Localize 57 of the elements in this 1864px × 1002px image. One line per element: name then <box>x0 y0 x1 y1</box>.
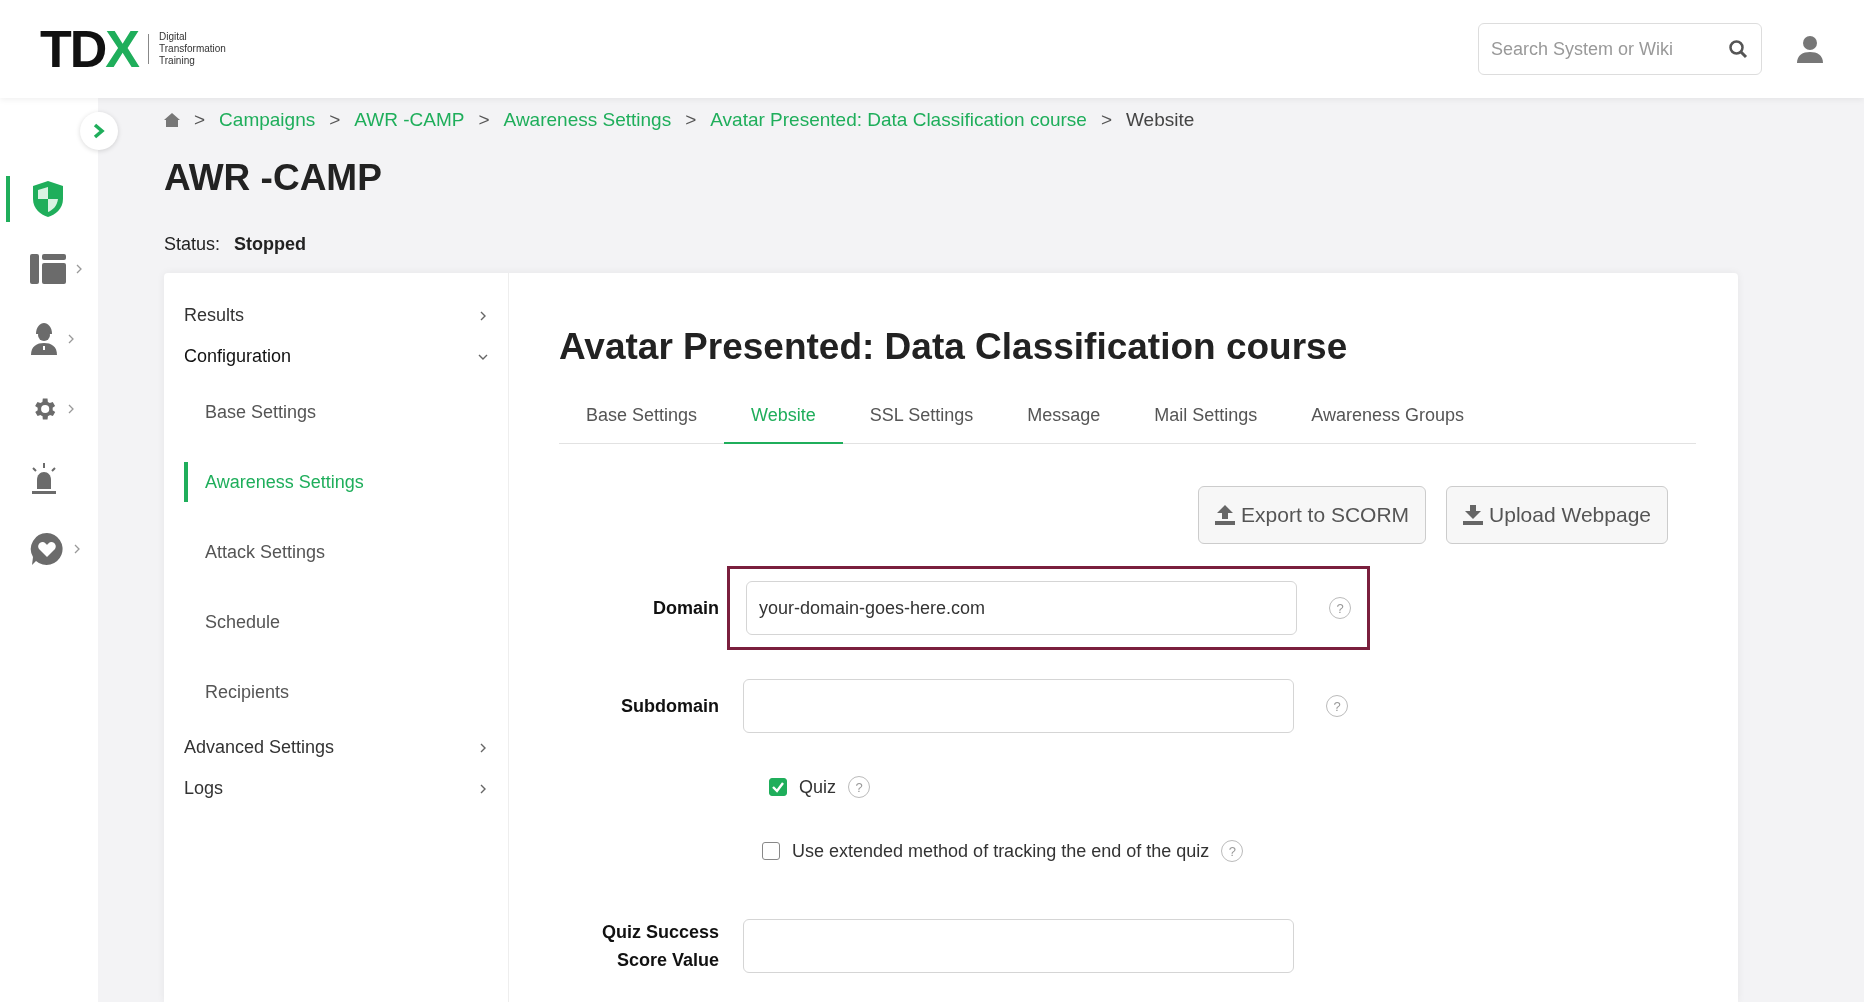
checkbox[interactable] <box>769 778 787 796</box>
text-input[interactable] <box>743 919 1294 973</box>
shield-icon <box>30 179 66 219</box>
nav-subitem[interactable]: Base Settings <box>184 377 488 447</box>
alarm-light-icon <box>30 463 58 495</box>
breadcrumb-separator: > <box>1100 108 1113 131</box>
tab[interactable]: Mail Settings <box>1127 391 1285 444</box>
chevron-right-icon[interactable] <box>68 334 74 344</box>
home-icon[interactable] <box>164 112 180 127</box>
domain-input[interactable]: your-domain-goes-here.com <box>746 581 1297 635</box>
text-input[interactable] <box>743 679 1294 733</box>
nav-item[interactable]: Results <box>184 295 488 336</box>
expand-sidebar-button[interactable] <box>80 112 118 150</box>
tab[interactable]: SSL Settings <box>842 391 1001 444</box>
user-icon[interactable] <box>1796 35 1824 63</box>
status-value: Stopped <box>234 234 307 255</box>
chevron-right-icon[interactable] <box>68 404 74 414</box>
chevron-right-icon <box>478 310 488 321</box>
chevron-right-icon <box>478 783 488 794</box>
section-heading: Avatar Presented: Data Classification course <box>559 325 1349 369</box>
tab[interactable]: Base Settings <box>559 391 725 444</box>
nav-item[interactable]: Configuration <box>184 336 488 377</box>
logo-wordmark: TDX <box>40 23 138 75</box>
breadcrumb-current: Website <box>1126 108 1195 131</box>
nav-item[interactable]: Logs <box>184 768 488 809</box>
layout-icon <box>30 254 66 284</box>
breadcrumb-separator: > <box>478 108 490 131</box>
tab[interactable]: Awareness Groups <box>1284 391 1492 444</box>
tab[interactable]: Message <box>1000 391 1128 444</box>
breadcrumb-separator: > <box>329 108 341 131</box>
download-icon <box>1463 504 1484 526</box>
heart-chat-icon <box>30 532 64 566</box>
search-icon[interactable] <box>1728 39 1748 59</box>
field-label: Domain <box>652 597 720 620</box>
chevron-right-icon <box>92 123 106 139</box>
campaign-title: AWR -CAMP <box>164 156 383 200</box>
nav-subitem[interactable]: Recipients <box>184 657 488 727</box>
upload-icon <box>1215 504 1236 526</box>
nav-item[interactable]: Advanced Settings <box>184 727 488 768</box>
person-icon <box>30 322 58 356</box>
export-button[interactable]: Export to SCORM <box>1198 486 1427 544</box>
breadcrumb-separator: > <box>685 108 697 131</box>
checkbox[interactable] <box>762 842 780 860</box>
breadcrumb-separator: > <box>194 108 206 131</box>
field-label: Subdomain <box>620 695 720 718</box>
upload-button[interactable]: Upload Webpage <box>1446 486 1668 544</box>
checkbox-label: Quiz <box>799 776 836 798</box>
nav-subitem[interactable]: Attack Settings <box>184 517 488 587</box>
nav-subitem[interactable]: Schedule <box>184 587 488 657</box>
logo-tagline: Digital Transformation Training <box>159 31 226 67</box>
status-label: Status: <box>164 234 221 255</box>
checkbox-label: Use extended method of tracking the end of the quiz <box>792 840 1210 862</box>
chevron-right-icon[interactable] <box>74 544 80 554</box>
chevron-right-icon[interactable] <box>76 264 82 274</box>
chevron-right-icon <box>478 742 488 753</box>
field-label: Quiz Success Score Value <box>600 921 720 972</box>
search-field[interactable]: Search System or Wiki <box>1478 23 1762 75</box>
